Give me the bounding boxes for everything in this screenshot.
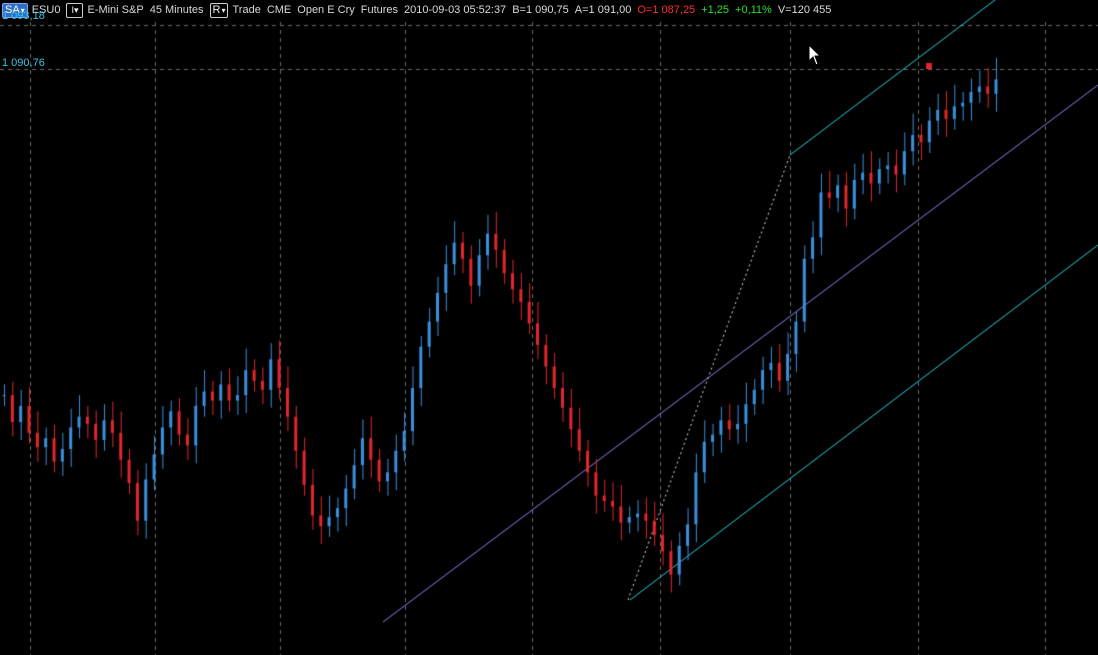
volume-label: V=120 455: [777, 4, 832, 16]
trade-label: Trade: [232, 4, 261, 16]
mode-button[interactable]: R ▾: [209, 2, 229, 18]
mouse-pointer-icon: [808, 44, 822, 66]
price-level-current: 1 090,76: [2, 57, 45, 69]
interval-button[interactable]: I▾: [66, 2, 84, 18]
exchange-label: CME: [266, 4, 292, 16]
change-label: +1,25: [701, 4, 730, 16]
ask-label: A=1 091,00: [574, 4, 632, 16]
interval-icon: I▾: [71, 4, 79, 15]
dropdown-arrow-icon: ▾: [221, 5, 226, 15]
bid-label: B=1 090,75: [512, 4, 569, 16]
change-percent-label: +0,11%: [735, 4, 772, 16]
interval-label: 45 Minutes: [149, 4, 204, 16]
type-label: Futures: [360, 4, 399, 16]
open-price-label: O=1 087,25: [637, 4, 696, 16]
price-level-top: 1 093,18: [2, 10, 45, 22]
chart-canvas[interactable]: [0, 0, 1098, 655]
instrument-label: E-Mini S&P: [87, 4, 144, 16]
datetime-label: 2010-09-03 05:52:37: [404, 4, 507, 16]
open-label: Open E Cry: [297, 4, 355, 16]
chart-toolbar: SA ▾ ESU0 I▾ E-Mini S&P 45 Minutes R ▾ T…: [0, 0, 1098, 20]
